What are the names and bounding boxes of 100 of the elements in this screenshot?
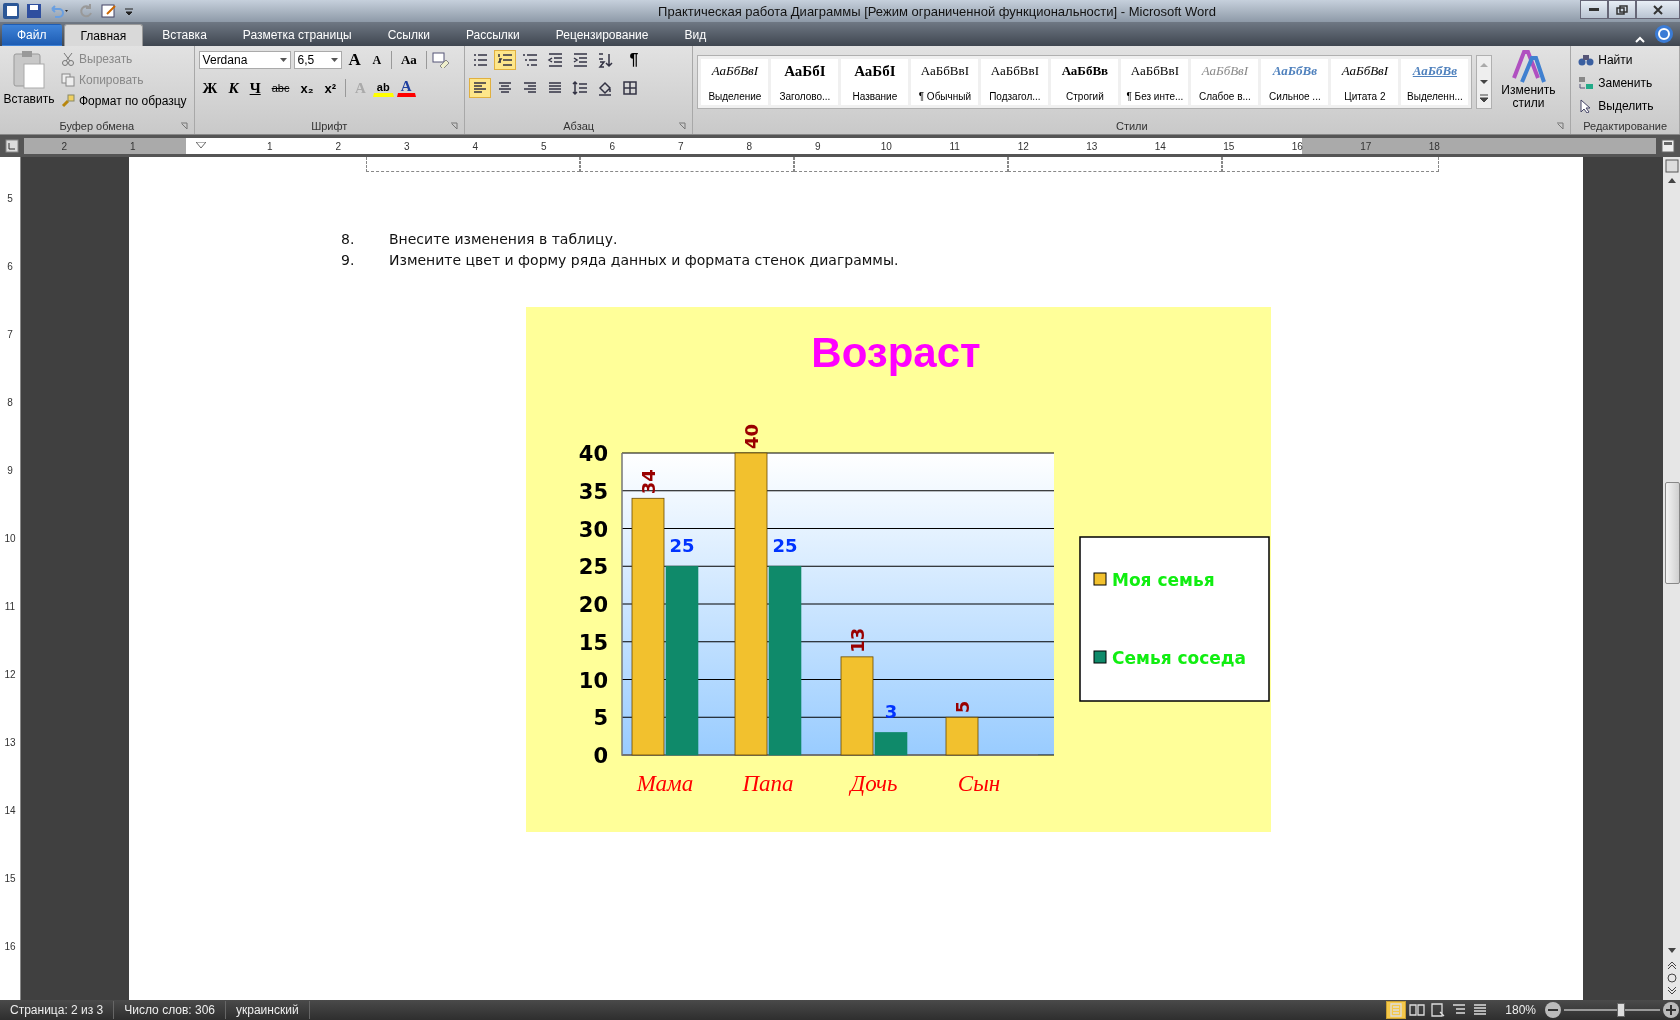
ribbon-tab[interactable]: Рассылки bbox=[448, 24, 537, 46]
font-family-field[interactable]: Verdana bbox=[198, 51, 291, 69]
axis-tick-label: 0 bbox=[593, 744, 608, 768]
style-tile[interactable]: АаБбІ Название bbox=[841, 59, 909, 105]
ruler-number: 2 bbox=[334, 140, 343, 152]
ribbon-tab[interactable]: Вставка bbox=[145, 24, 224, 46]
clear-formatting-icon[interactable] bbox=[431, 52, 450, 68]
read-view-icon bbox=[1409, 1002, 1426, 1018]
align-left-icon bbox=[471, 80, 488, 96]
category-label: Мама bbox=[636, 771, 694, 796]
ribbon-tab[interactable]: Ссылки bbox=[370, 24, 447, 46]
grow-font-button[interactable]: A bbox=[344, 50, 365, 70]
style-tile[interactable]: АаБбВвI Выделение bbox=[701, 59, 769, 105]
dialog-launcher-icon[interactable] bbox=[179, 122, 188, 130]
format-button[interactable]: Ж bbox=[198, 78, 222, 98]
ruler-number: 12 bbox=[4, 669, 16, 682]
ribbon-tab[interactable]: Разметка страницы bbox=[225, 24, 369, 46]
multilevel-list-icon bbox=[521, 52, 538, 68]
print-view-button[interactable] bbox=[1386, 1001, 1407, 1019]
ruler-number: 4 bbox=[471, 140, 480, 152]
status-item[interactable]: украинский bbox=[226, 1001, 310, 1019]
close-button[interactable] bbox=[1636, 0, 1680, 19]
restore-button[interactable] bbox=[1608, 0, 1636, 19]
format-button[interactable]: Ч bbox=[245, 78, 265, 98]
style-tile[interactable]: АаБбВвI Подзагол... bbox=[981, 59, 1049, 105]
sort-icon bbox=[596, 52, 613, 68]
shrink-font-button[interactable]: A bbox=[367, 50, 386, 70]
font-size-field[interactable]: 6,5 bbox=[293, 51, 342, 69]
style-tile[interactable]: АаБбВвI Цитата 2 bbox=[1331, 59, 1399, 105]
ruler-number: 6 bbox=[7, 261, 13, 274]
format-button[interactable]: abc bbox=[267, 78, 294, 98]
status-item[interactable]: Число слов: 306 bbox=[114, 1001, 226, 1019]
clipboard-icon bbox=[12, 50, 46, 90]
font-color-button[interactable]: A bbox=[396, 79, 416, 97]
minimize-button[interactable] bbox=[1580, 0, 1608, 19]
copy-icon bbox=[61, 72, 75, 87]
find-button[interactable]: Найти bbox=[1575, 49, 1675, 70]
paste-button[interactable]: Вставить bbox=[4, 49, 54, 118]
category-label: Сын bbox=[957, 771, 1001, 796]
highlight-button[interactable]: ab bbox=[372, 79, 394, 97]
dialog-launcher-icon[interactable] bbox=[678, 122, 687, 130]
style-tile[interactable]: АаБбВвI Слабое в... bbox=[1191, 59, 1259, 105]
ribbon-tab[interactable]: Вид bbox=[667, 24, 724, 46]
ruler-number: 7 bbox=[7, 329, 13, 342]
browse-object-icon[interactable] bbox=[1664, 972, 1679, 984]
format-button[interactable]: К bbox=[224, 78, 243, 98]
style-tile[interactable]: АаБбВв Строгий bbox=[1051, 59, 1119, 105]
window-title: Практическая работа Диаграммы [Режим ограниченной функциональности] - Microsoft Word bbox=[657, 3, 1217, 19]
change-case-button[interactable]: Aa bbox=[396, 50, 421, 70]
list-item-text: Измените цвет и форму ряда данных и формата стенок диаграммы. bbox=[389, 252, 899, 270]
category-label: Дочь bbox=[850, 771, 898, 796]
numbered-list-button[interactable] bbox=[493, 50, 516, 70]
dialog-launcher-icon[interactable] bbox=[1556, 122, 1565, 130]
chart-title: Возраст bbox=[811, 329, 981, 376]
borders-icon bbox=[621, 80, 638, 96]
bar bbox=[945, 716, 979, 756]
select-button[interactable]: Выделить bbox=[1575, 95, 1675, 116]
format-button[interactable]: x₂ bbox=[296, 78, 318, 98]
show-formatting-button[interactable]: ¶ bbox=[624, 50, 643, 70]
paintbrush-icon bbox=[61, 93, 75, 108]
ribbon-tab[interactable]: Главная bbox=[63, 24, 144, 46]
style-tile[interactable]: АаБбВв Выделенн... bbox=[1401, 59, 1469, 105]
zoom-out-icon[interactable] bbox=[1544, 1001, 1562, 1019]
ribbon-tab[interactable]: Файл bbox=[2, 24, 62, 46]
ruler-number: 9 bbox=[7, 465, 13, 478]
status-item[interactable]: Страница: 2 из 3 bbox=[0, 1001, 115, 1019]
indent-marker-icon[interactable] bbox=[196, 142, 207, 150]
scrollbar-thumb[interactable] bbox=[1665, 482, 1680, 584]
zoom-slider-thumb[interactable] bbox=[1616, 1003, 1625, 1017]
data-label: 25 bbox=[772, 535, 798, 557]
list-item-text: Внесите изменения в таблицу. bbox=[389, 231, 618, 249]
ruler-number: 5 bbox=[7, 193, 13, 206]
style-tile[interactable]: АаБбВв Сильное ... bbox=[1261, 59, 1329, 105]
format-button[interactable]: x² bbox=[320, 78, 340, 98]
paint-bucket-icon bbox=[596, 80, 613, 96]
ribbon-tab[interactable]: Рецензирование bbox=[538, 24, 666, 46]
format-painter-button[interactable]: Формат по образцу bbox=[58, 91, 190, 110]
change-styles-button[interactable]: Изменить стили bbox=[1496, 49, 1561, 118]
replace-button[interactable]: Заменить bbox=[1575, 72, 1675, 93]
zoom-in-icon[interactable] bbox=[1662, 1001, 1680, 1019]
zoom-slider[interactable] bbox=[1564, 1003, 1660, 1017]
edit-document-icon[interactable] bbox=[101, 3, 117, 19]
style-tile[interactable]: АаБбВвI ¶ Обычный bbox=[911, 59, 979, 105]
read-view-button[interactable] bbox=[1407, 1001, 1428, 1019]
zoom-level[interactable]: 180% bbox=[1505, 1003, 1536, 1017]
view-ruler-icon[interactable] bbox=[1661, 139, 1675, 153]
ruler-toggle-icon[interactable] bbox=[5, 139, 19, 153]
dialog-launcher-icon[interactable] bbox=[449, 122, 458, 130]
style-tile[interactable]: АаБбІ Заголово... bbox=[771, 59, 839, 105]
align-left-button[interactable] bbox=[468, 78, 491, 98]
save-icon[interactable] bbox=[26, 3, 42, 19]
ruler-number: 15 bbox=[1222, 140, 1236, 152]
ruler-number: 10 bbox=[879, 140, 893, 152]
close-icon bbox=[1652, 4, 1664, 15]
style-tile[interactable]: АаБбВвI ¶ Без инте... bbox=[1121, 59, 1189, 105]
ruler-number: 2 bbox=[60, 140, 69, 152]
minimize-icon bbox=[1589, 8, 1599, 11]
ruler-number: 13 bbox=[1085, 140, 1099, 152]
horizontal-ruler[interactable]: 2 1 1 2 3 4 5 6 7 8 9 10 11 12 13 14 15 16 17 18 bbox=[24, 138, 1656, 154]
collapse-ribbon-icon[interactable] bbox=[1634, 34, 1646, 44]
